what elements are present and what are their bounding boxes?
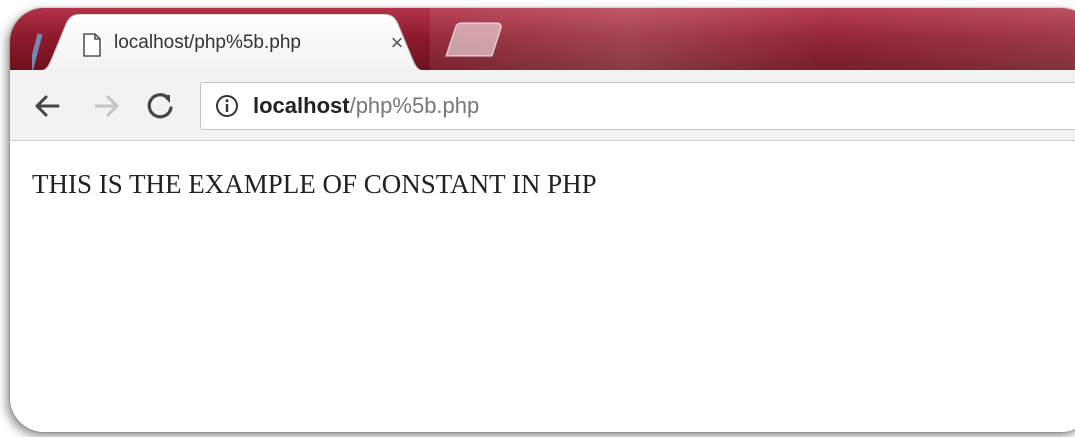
info-icon[interactable] <box>215 94 239 118</box>
address-bar[interactable]: localhost/php%5b.php <box>200 82 1075 130</box>
new-tab-icon <box>445 22 502 57</box>
url-text: localhost/php%5b.php <box>253 93 479 119</box>
browser-toolbar: localhost/php%5b.php <box>10 70 1075 141</box>
url-path: /php%5b.php <box>349 93 480 118</box>
reload-icon <box>147 93 173 119</box>
url-host: localhost <box>253 93 350 118</box>
back-button[interactable] <box>28 86 68 126</box>
tab-title: localhost/php%5b.php <box>114 32 301 53</box>
tab-strip: localhost/php%5b.php × <box>10 8 1075 73</box>
page-icon <box>82 33 102 57</box>
tab-strip-background <box>430 8 1075 70</box>
page-content: THIS IS THE EXAMPLE OF CONSTANT IN PHP <box>10 141 1075 432</box>
tab-close-button[interactable]: × <box>382 28 412 58</box>
forward-arrow-icon <box>94 95 119 117</box>
new-tab-button[interactable] <box>440 22 510 58</box>
forward-button[interactable] <box>86 86 126 126</box>
browser-window: localhost/php%5b.php × localhost/php%5b.… <box>10 8 1075 432</box>
reload-button[interactable] <box>140 86 180 126</box>
back-arrow-icon <box>35 95 60 117</box>
page-body-text: THIS IS THE EXAMPLE OF CONSTANT IN PHP <box>32 169 597 199</box>
active-tab[interactable]: localhost/php%5b.php × <box>32 14 432 74</box>
